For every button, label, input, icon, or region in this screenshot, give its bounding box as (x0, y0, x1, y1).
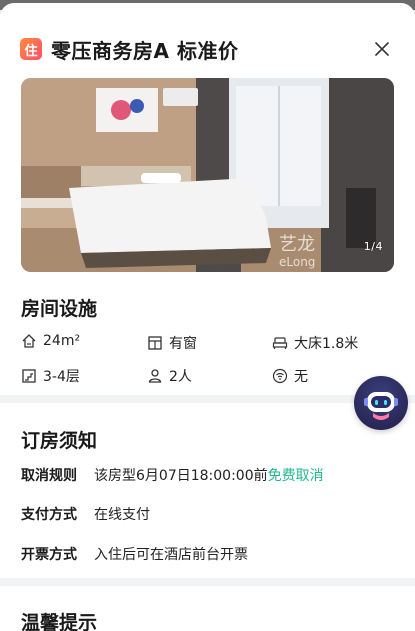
bed-icon (272, 335, 288, 351)
cancel-rule-row: 取消规则 该房型6月07日18:00:00前 免费取消 (21, 465, 324, 485)
close-icon (375, 42, 389, 56)
cancel-rule-label: 取消规则 (21, 468, 77, 484)
ai-assistant-button[interactable] (354, 376, 408, 430)
free-cancel-text: 免费取消 (267, 468, 324, 484)
amenity-occupancy: 2人 (147, 366, 192, 386)
amenity-wifi: 无 (272, 366, 308, 386)
floor-icon (21, 368, 37, 384)
room-detail-sheet: 住 零压商务房A 标准价 艺龙 eLong 1/4 房间设施 24m² 有窗 大… (0, 3, 415, 631)
amenity-window: 有窗 (147, 333, 197, 353)
booking-notice-heading: 订房须知 (21, 430, 98, 452)
house-icon (21, 333, 37, 349)
tips-heading: 温馨提示 (21, 612, 98, 631)
close-button[interactable] (369, 36, 395, 62)
amenity-bed: 大床1.8米 (272, 333, 358, 353)
svg-text:eLong: eLong (279, 255, 315, 269)
amenity-area: 24m² (21, 333, 80, 349)
photo-watermark: 艺龙 (279, 234, 315, 255)
hotel-brand-icon: 住 (20, 38, 42, 60)
person-icon (147, 368, 163, 384)
invoice-label: 开票方式 (21, 547, 77, 563)
payment-label: 支付方式 (21, 507, 77, 523)
robot-icon (364, 392, 398, 420)
payment-value: 在线支付 (94, 507, 150, 523)
wifi-icon (272, 368, 288, 384)
payment-row: 支付方式 在线支付 (21, 504, 150, 524)
section-divider (0, 578, 415, 586)
photo-counter: 1/4 (363, 240, 383, 253)
invoice-value: 入住后可在酒店前台开票 (94, 547, 248, 563)
window-icon (147, 335, 163, 351)
room-photo[interactable]: 艺龙 eLong (21, 78, 394, 272)
room-photo-image: 艺龙 eLong (21, 78, 394, 272)
invoice-row: 开票方式 入住后可在酒店前台开票 (21, 544, 248, 564)
section-divider (0, 395, 415, 403)
cancel-rule-value: 该房型6月07日18:00:00前 (94, 468, 268, 484)
header: 住 零压商务房A 标准价 (20, 33, 395, 65)
room-title: 零压商务房A 标准价 (51, 38, 239, 63)
amenity-floor: 3-4层 (21, 366, 80, 386)
facilities-heading: 房间设施 (21, 298, 98, 320)
